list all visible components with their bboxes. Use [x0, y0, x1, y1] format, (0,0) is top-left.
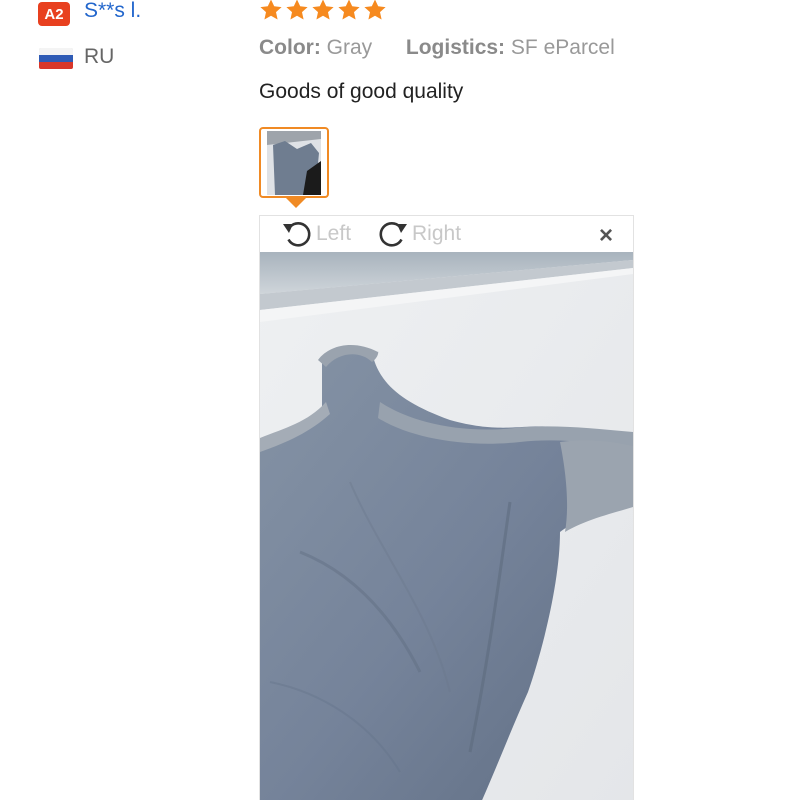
logistics-value: SF eParcel [510, 36, 615, 59]
rotate-left-button[interactable]: Left [280, 218, 351, 250]
review-text: Goods of good quality [259, 80, 464, 103]
star-icon [259, 0, 283, 22]
review-photo [260, 252, 633, 800]
viewer-toolbar: Left Right × [260, 216, 633, 252]
close-icon[interactable]: × [599, 224, 613, 248]
star-icon [363, 0, 387, 22]
reviewer-name[interactable]: S**s l. [84, 0, 141, 23]
color-label: Color: [259, 36, 321, 59]
review-photo-thumbnail[interactable] [259, 127, 329, 198]
buyer-level-badge: A2 [38, 2, 70, 26]
rotate-right-icon [379, 222, 407, 247]
star-rating [259, 0, 387, 22]
russia-flag-icon [39, 48, 73, 69]
color-value: Gray [326, 36, 373, 59]
logistics-label: Logistics: [405, 36, 506, 59]
photo-viewer: Left Right × [259, 215, 634, 800]
rotate-right-label: Right [412, 222, 462, 245]
thumbnail-pointer [286, 198, 306, 208]
order-info: Color: Gray Logistics: SF eParcel [259, 36, 615, 60]
rotate-left-icon [283, 222, 311, 247]
review-page: A2 S**s l. RU Color: Gray Logistics: SF … [0, 0, 800, 800]
star-icon [311, 0, 335, 22]
star-icon [285, 0, 309, 22]
rotate-left-label: Left [316, 222, 352, 245]
reviewer-country: RU [84, 45, 115, 68]
star-icon [337, 0, 361, 22]
rotate-right-button[interactable]: Right [376, 218, 461, 250]
